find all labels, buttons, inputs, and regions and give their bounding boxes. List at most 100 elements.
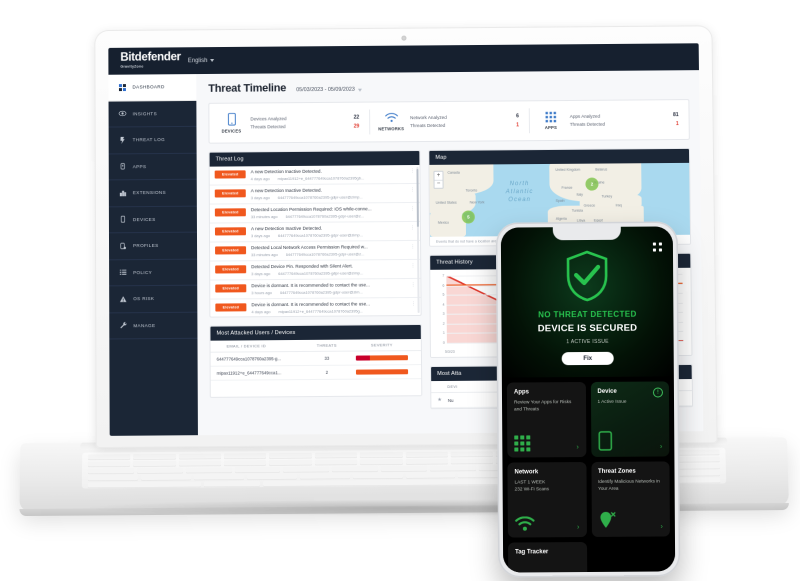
threat-time: 33 minutes ago <box>250 213 278 219</box>
page-header: Threat Timeline 05/03/2023 - 05/09/2023 <box>208 79 689 95</box>
y-tick: 2 <box>442 321 445 326</box>
brand-logo[interactable]: Bitdefender GravityZone <box>120 52 181 70</box>
card-title: Apps <box>513 389 529 396</box>
app-menu-icon[interactable] <box>652 242 662 252</box>
sidebar-item-apps[interactable]: APPS <box>108 153 197 181</box>
status-badge: Elevated <box>214 208 246 217</box>
zoom-in-button[interactable]: + <box>434 171 443 181</box>
y-tick: 0 <box>442 340 445 345</box>
eye-icon <box>118 111 127 117</box>
threat-title: A new Detection Inactive Detected. <box>250 187 322 194</box>
phone-card-threat-zones[interactable]: Threat Zones Identify Malicious Networks… <box>590 461 670 537</box>
product-mockup-scene: Bitdefender GravityZone English DASHBOAR… <box>0 0 800 581</box>
threat-log-list[interactable]: Elevated A new Detection Inactive Detect… <box>209 164 421 317</box>
sidebar-item-os-risk[interactable]: OS RISK <box>109 285 198 313</box>
sidebar-item-label: THREAT LOG <box>132 137 166 143</box>
chevron-right-icon: › <box>576 444 579 452</box>
threat-time: 3 days ago <box>250 194 270 200</box>
brand-subtitle: GravityZone <box>120 64 144 69</box>
row-menu-icon[interactable]: ⋯ <box>409 282 415 287</box>
threat-user: 644777649cca1078760a2395-gdpr-user@zimp.… <box>278 232 363 238</box>
stat-row-label: Threats Detected <box>250 124 286 130</box>
y-tick: 1 <box>442 331 445 336</box>
status-badge: Elevated <box>215 265 247 274</box>
threat-title: Device is dormant. It is recommended to … <box>251 282 370 289</box>
stat-icon-group: NETWORKS <box>378 113 404 131</box>
wifi-icon <box>385 113 398 123</box>
row-menu-icon[interactable]: ⋯ <box>409 187 415 192</box>
sidebar-item-devices[interactable]: DEVICES <box>108 206 197 234</box>
map-label: Canada <box>447 170 460 175</box>
phone-card-grid: Apps Review Your Apps for Risks and Thre… <box>501 376 676 573</box>
phone-card-apps[interactable]: Apps Review Your Apps for Risks and Thre… <box>506 382 586 458</box>
sidebar-item-label: MANAGE <box>133 322 156 328</box>
phone-screen: NO THREAT DETECTED DEVICE IS SECURED 1 A… <box>500 226 676 573</box>
threat-title: Detected Local Network Access Permission… <box>251 244 368 251</box>
table-row[interactable]: Elevated Detected Local Network Access P… <box>210 240 421 262</box>
table-row[interactable]: Elevated Device is dormant. It is recomm… <box>210 278 421 300</box>
threat-user: mipax11912+e_644777649cca1078760a2395gb.… <box>277 175 365 181</box>
card-title: Network <box>514 469 539 476</box>
sidebar-item-insights[interactable]: INSIGHTS <box>108 100 197 128</box>
row-menu-icon[interactable]: ⋯ <box>408 168 414 173</box>
map-zoom-controls[interactable]: + − <box>433 170 444 189</box>
table-row[interactable]: Elevated Detected Device Pin. Responded … <box>210 259 421 281</box>
threat-user: 644777649cca1078760a2395-gdpr-user@zim..… <box>279 288 363 295</box>
stat-row-label: Devices Analyzed <box>250 116 287 122</box>
table-row[interactable]: Elevated Detected Location Permission Re… <box>209 202 420 224</box>
sidebar-item-policy[interactable]: POLICY <box>109 259 198 287</box>
date-range-picker[interactable]: 05/03/2023 - 05/09/2023 <box>296 87 362 93</box>
sidebar-item-extensions[interactable]: EXTENSIONS <box>108 179 197 207</box>
table-row[interactable]: Elevated A new Detection Inactive Detect… <box>209 183 420 205</box>
cell-threats: 2 <box>325 369 329 375</box>
sidebar-item-threat-log[interactable]: THREAT LOG <box>108 126 197 154</box>
cell-severity <box>349 355 415 361</box>
map-label: Iraq <box>615 203 622 208</box>
map-pin-x-icon <box>599 511 616 528</box>
phone-card-tag-tracker[interactable]: Tag Tracker <box>507 542 587 573</box>
table-row[interactable]: Elevated Device is dormant. It is recomm… <box>210 297 421 317</box>
apps-grid-icon <box>514 435 531 452</box>
stat-row-label: Network Analyzed <box>410 114 447 121</box>
row-menu-icon[interactable]: ⋯ <box>410 301 416 306</box>
table-row[interactable]: Elevated A new Detection Inactive Detect… <box>209 221 421 243</box>
row-menu-icon[interactable]: ⋯ <box>409 206 415 211</box>
card-title: Threat Zones <box>597 468 636 475</box>
phone-notch <box>552 226 621 241</box>
active-issues-text: 1 ACTIVE ISSUE <box>566 338 609 346</box>
sidebar-item-manage[interactable]: MANAGE <box>109 312 198 340</box>
map-label: United Kingdom <box>555 167 581 172</box>
phone-card-network[interactable]: Network LAST 1 WEEK 232 Wi-Fi Scans › <box>507 462 587 538</box>
table-row[interactable]: Elevated A new Detection Inactive Detect… <box>209 164 420 186</box>
profiles-icon <box>120 242 127 249</box>
status-badge: Elevated <box>215 284 247 293</box>
row-menu-icon[interactable]: ⋯ <box>409 263 415 268</box>
threat-time: 4 days ago <box>250 175 270 182</box>
stat-icon-group: APPS <box>539 111 563 131</box>
threat-title: Device is dormant. It is recommended to … <box>251 301 370 308</box>
phone-status-hero: NO THREAT DETECTED DEVICE IS SECURED 1 A… <box>500 226 674 378</box>
threat-log-card: Threat Log Elevated A new Detection Inac… <box>208 150 422 318</box>
threat-title: Detected Device Pin. Responded with Sile… <box>251 263 353 270</box>
stat-row-value: 1 <box>516 121 519 128</box>
phone-card-device[interactable]: ! Device 1 Active Issue › <box>590 381 670 457</box>
map-cluster-pin[interactable]: 5 <box>461 210 475 224</box>
row-menu-icon[interactable]: ⋯ <box>409 244 415 249</box>
status-badge: Elevated <box>214 189 246 198</box>
threat-user: 644777649cca1078760a2395-gdpr-user@z... <box>285 213 365 219</box>
chart-x-tick: 5/3/23 <box>444 349 455 354</box>
fix-button[interactable]: Fix <box>561 351 615 366</box>
language-selector[interactable]: English <box>188 58 215 64</box>
threat-time: 33 minutes ago <box>251 251 278 257</box>
map-cluster-pin[interactable]: 2 <box>585 177 599 191</box>
sidebar-item-dashboard[interactable]: DASHBOARD <box>108 74 197 102</box>
zoom-out-button[interactable]: − <box>435 180 443 188</box>
row-menu-icon[interactable]: ⋯ <box>409 225 415 230</box>
apps-icon <box>120 163 125 170</box>
star-icon: ★ <box>437 397 442 404</box>
card-title: Tag Tracker <box>515 549 549 556</box>
sidebar-item-profiles[interactable]: PROFILES <box>108 232 198 260</box>
stat-networks: NETWORKS Network Analyzed 6 Threats Detec… <box>369 101 529 141</box>
card-subtitle: LAST 1 WEEK 232 Wi-Fi Scans <box>514 479 550 492</box>
stat-row-value: 22 <box>353 115 360 122</box>
